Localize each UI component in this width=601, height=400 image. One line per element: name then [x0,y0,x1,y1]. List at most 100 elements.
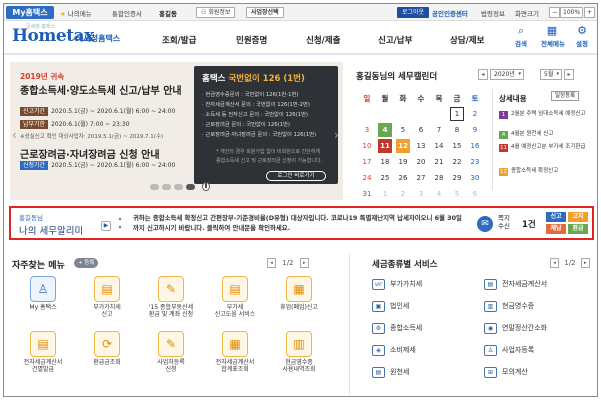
calendar-day[interactable]: 11 [378,139,392,153]
banner-dot[interactable] [174,184,183,190]
all-menu-button[interactable]: ▦ 전체메뉴 [541,25,565,49]
quick-menu-item[interactable]: ▤ 부가가치세 신고 [76,276,138,318]
pager-next-button[interactable]: ▸ [299,258,309,268]
calendar-day[interactable]: 23 [468,155,482,169]
zoom-out-button[interactable]: − [549,7,561,18]
calendar-day[interactable]: 20 [414,155,428,169]
tag-notice[interactable]: 고지 [568,212,588,222]
calendar-day[interactable]: 3 [414,187,428,201]
calendar-day[interactable]: 18 [378,155,392,169]
nav-apply-submit[interactable]: 신청/제출 [306,34,340,46]
calendar-day[interactable]: 10 [360,139,374,153]
nav-consult[interactable]: 상담/제보 [450,34,484,46]
tax-alert-bar[interactable]: 홍길동님 나의 세무알리미 ▶ ▴ ▾ 귀하는 종합소득세 확정신고 간편장부-… [9,206,594,240]
alert-up-button[interactable]: ▴ [116,214,124,223]
calendar-day[interactable]: 13 [414,139,428,153]
tax-service-item[interactable]: ♙ 사업자등록 [484,344,534,356]
quick-menu-item[interactable]: ▦ 전자세금계산서 합계표조회 [204,331,266,373]
logout-button[interactable]: 로그아웃 [397,7,430,18]
tag-report[interactable]: 신고 [546,212,566,222]
quick-menu-item[interactable]: ⟳ 환급금조회 [76,331,138,366]
calendar-day[interactable]: 31 [360,187,374,201]
pager-prev-button[interactable]: ◂ [267,258,276,268]
calendar-prev-button[interactable]: ◂ [478,69,488,80]
schedule-item[interactable]: 12 종합소득세 확정신고 [499,168,594,176]
tag-refund[interactable]: 환급 [568,224,588,234]
calendar-day[interactable]: 6 [414,123,428,137]
legal-info-link[interactable]: 법령정보 [481,8,505,18]
pager-next-button[interactable]: ▸ [580,258,590,268]
nav-inquiry[interactable]: 조회/발급 [162,34,196,46]
pager-prev-button[interactable]: ◂ [550,258,559,268]
nav-report-pay[interactable]: 신고/납부 [378,34,412,46]
quick-menu-item[interactable]: ♙ My 홈택스 [12,276,74,311]
alert-message[interactable]: 귀하는 종합소득세 확정신고 간편장부-기준경비율(D유형) 대상자입니다. 코… [133,213,465,233]
calendar-day[interactable]: 5 [396,123,410,137]
schedule-item[interactable]: 4 4월분 원천세 신고 [499,131,594,139]
my-hometax-tab[interactable]: My홈택스 [6,6,54,19]
calendar-day[interactable]: 26 [396,171,410,185]
integrated-cert-link[interactable]: 통합인증서 [112,8,142,18]
year-select[interactable]: 2020년 ▾ [490,69,524,80]
tax-service-item[interactable]: ⊞ 모의계산 [484,366,528,378]
calendar-day[interactable]: 6 [468,187,482,201]
message-count[interactable]: 1건 [522,218,536,230]
calendar-day[interactable]: 2 [396,187,410,201]
quick-menu-item[interactable]: ✎ '15 종합부동산세 환급 및 계좌 신청 [140,276,202,318]
calendar-day[interactable]: 15 [450,139,464,153]
calendar-day[interactable]: 2 [468,107,482,121]
calendar-day[interactable]: 14 [432,139,446,153]
month-select[interactable]: 5월 ▾ [540,69,562,80]
quick-menu-item[interactable]: ▥ 현금영수증 사용내역조회 [268,331,330,373]
tax-service-item[interactable]: ▤ 전자세금계산서 [484,278,547,290]
my-menu-link[interactable]: ★ 나의메뉴 [60,8,92,18]
hometax-logo[interactable]: 국세청 홈택스 Hometax 국세청홈택스 [12,24,120,46]
calendar-day[interactable]: 19 [396,155,410,169]
calendar-day[interactable]: 4 [378,123,392,137]
calendar-day[interactable]: 3 [360,123,374,137]
calendar-day[interactable]: 21 [432,155,446,169]
schedule-item[interactable]: 11 4월 예정신고분 부가세 조기환급 [499,144,594,152]
alert-down-button[interactable]: ▾ [116,223,124,232]
alert-play-button[interactable]: ▶ [101,221,111,231]
public-cert-center-link[interactable]: 공인인증센터 [432,8,468,18]
calendar-day[interactable]: 28 [432,171,446,185]
calendar-day[interactable]: 7 [432,123,446,137]
calendar-day[interactable]: 8 [450,123,464,137]
banner-next-arrow[interactable]: › [334,129,346,141]
member-info-button[interactable]: ⚇ 회원정보 [196,7,236,18]
tag-arrears[interactable]: 체납 [546,224,566,234]
search-button[interactable]: ⌕ 검색 [510,25,532,49]
calendar-day[interactable]: 4 [432,187,446,201]
calendar-day[interactable]: 17 [360,155,374,169]
tax-service-item[interactable]: VAT 부가가치세 [372,278,422,290]
banner-pause-button[interactable]: ❚ [202,182,210,191]
calendar-next-button[interactable]: ▸ [564,69,574,80]
banner-dot[interactable] [150,184,159,190]
schedule-item[interactable]: 1 2월분 주택 임대소득세 예정신고 [499,111,594,119]
quick-menu-item[interactable]: ▤ 전자세금계산서 건별발급 [12,331,74,373]
settings-button[interactable]: ⚙ 설정 [571,25,593,49]
business-select-button[interactable]: 사업장선택 [246,7,284,18]
calendar-day[interactable]: 22 [450,155,464,169]
quick-menu-add-button[interactable]: + 등록 [74,258,99,268]
tax-service-item[interactable]: ▣ 법인세 [372,300,409,312]
main-banner[interactable]: 2019년 귀속 종합소득세·양도소득세 신고/납부 안내 신고기간 2020.5… [10,62,343,200]
tax-service-item[interactable]: ⚙ 종합소득세 [372,322,422,334]
schedule-register-button[interactable]: 일정등록 [551,91,580,101]
tax-service-item[interactable]: ◈ 소비제세 [372,344,416,356]
banner-dot[interactable] [162,184,171,190]
calendar-day[interactable]: 30 [468,171,482,185]
calendar-day[interactable]: 1 [378,187,392,201]
tax-service-item[interactable]: ▥ 현금영수증 [484,300,534,312]
tax-service-item[interactable]: ◉ 연말정산간소화 [484,322,547,334]
banner-prev-arrow[interactable]: ‹ [12,129,24,141]
calendar-day[interactable]: 29 [450,171,464,185]
calendar-day[interactable]: 27 [414,171,428,185]
calendar-day[interactable]: 24 [360,171,374,185]
tax-service-item[interactable]: ▤ 원천세 [372,366,409,378]
banner-dot-active[interactable] [186,184,195,190]
quick-menu-item[interactable]: ▤ 부가세 신고도움 서비스 [204,276,266,318]
calendar-day[interactable]: 16 [468,139,482,153]
nav-certificates[interactable]: 민원증명 [236,34,267,46]
